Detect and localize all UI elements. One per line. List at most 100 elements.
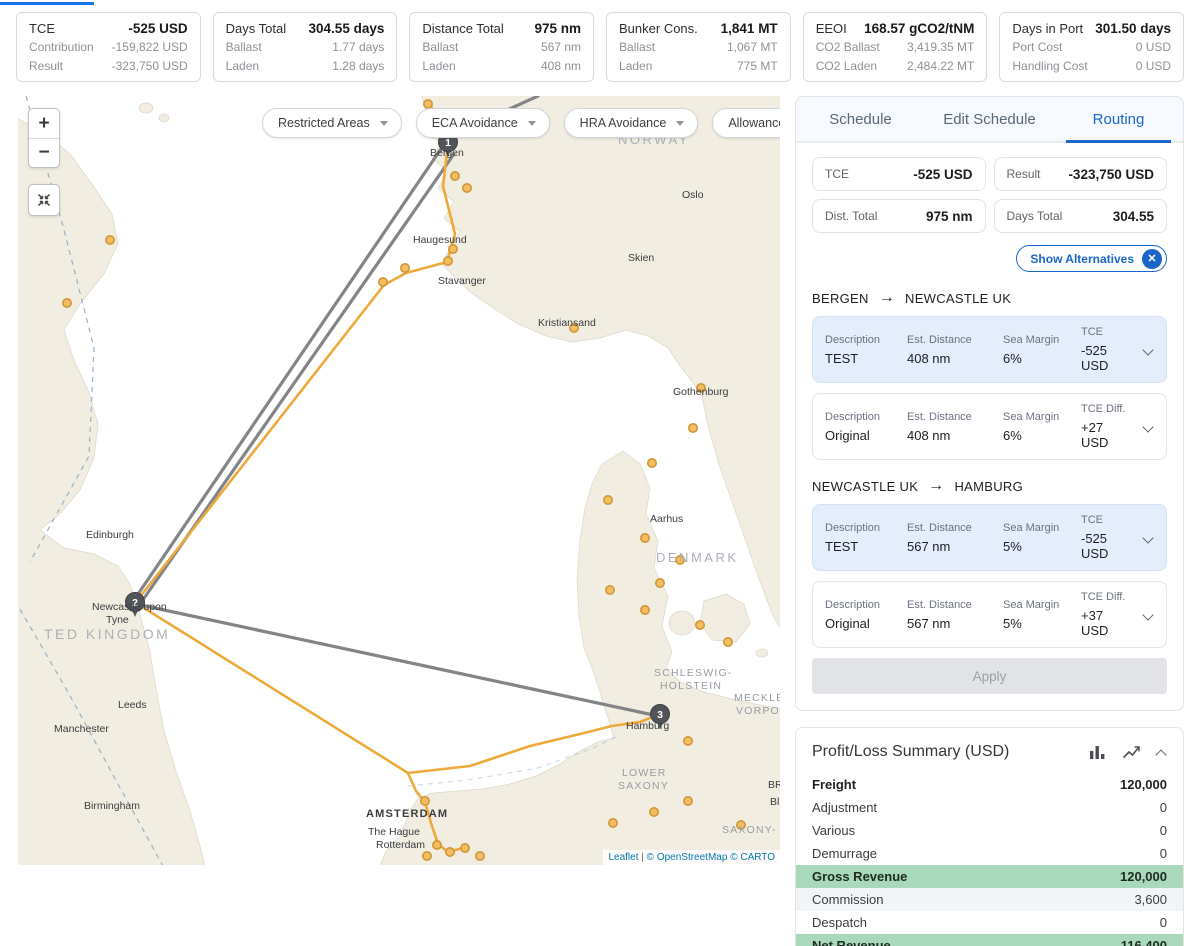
pl-label: Gross Revenue <box>812 869 907 884</box>
route-option-selected[interactable]: DescriptionTEST Est. Distance408 nm Sea … <box>812 316 1167 383</box>
pl-value: 0 <box>1160 915 1167 930</box>
show-alternatives-label: Show Alternatives <box>1030 252 1134 266</box>
tab-edit-schedule[interactable]: Edit Schedule <box>925 97 1054 141</box>
pl-value: 120,000 <box>1120 777 1167 792</box>
stat-value: 1,841 MT <box>721 19 778 38</box>
cell-header: Est. Distance <box>907 411 999 423</box>
stat-label: Bunker Cons. <box>619 19 698 38</box>
stat-value: 1.28 days <box>332 57 384 76</box>
option-cell: DescriptionTEST <box>825 334 903 366</box>
chevron-down-icon[interactable] <box>1142 421 1153 432</box>
map-label-denmark: DENMARK <box>656 550 739 565</box>
pl-label: Freight <box>812 777 856 792</box>
route-option-original[interactable]: DescriptionOriginal Est. Distance567 nm … <box>812 581 1167 648</box>
pl-row-various: Various0 <box>796 819 1183 842</box>
map-label-leeds: Leeds <box>118 699 147 711</box>
dropdown-label: HRA Avoidance <box>580 116 667 130</box>
pl-row-net-revenue: Net Revenue116,400 <box>796 934 1183 946</box>
cell-header: TCE Diff. <box>1081 591 1134 603</box>
leg-from: NEWCASTLE UK <box>812 479 918 494</box>
tab-routing[interactable]: Routing <box>1054 97 1183 141</box>
stat-row: Ballast567 nm <box>422 38 581 57</box>
pl-label: Adjustment <box>812 800 877 815</box>
route-option-selected[interactable]: DescriptionTEST Est. Distance567 nm Sea … <box>812 504 1167 571</box>
hra-avoidance-dropdown[interactable]: HRA Avoidance <box>564 108 699 138</box>
cell-value: 408 nm <box>907 351 999 366</box>
result-stat-box: Result-323,750 USD <box>994 157 1168 191</box>
cell-value: Original <box>825 616 903 631</box>
cell-header: TCE <box>1081 326 1134 338</box>
routing-card: Schedule Edit Schedule Routing TCE-525 U… <box>795 96 1184 711</box>
profit-loss-header: Profit/Loss Summary (USD) <box>796 728 1183 773</box>
pl-value: 0 <box>1160 823 1167 838</box>
leg-to: HAMBURG <box>954 479 1023 494</box>
leg-to: NEWCASTLE UK <box>905 291 1011 306</box>
stat-row: Bunker Cons. 1,841 MT <box>619 19 778 38</box>
eca-avoidance-dropdown[interactable]: ECA Avoidance <box>416 108 550 138</box>
stat-label: CO2 Ballast <box>816 38 880 57</box>
show-alternatives-button[interactable]: Show Alternatives ✕ <box>1016 245 1167 272</box>
chevron-down-icon[interactable] <box>1142 609 1153 620</box>
stat-label: Dist. Total <box>825 209 877 223</box>
fit-bounds-button[interactable] <box>28 184 60 216</box>
cell-header: Description <box>825 334 903 346</box>
trend-chart-icon[interactable] <box>1122 744 1141 760</box>
option-cell: TCE Diff.+37 USD <box>1081 591 1134 638</box>
leaflet-link[interactable]: Leaflet <box>608 852 638 863</box>
profit-loss-actions <box>1089 744 1167 760</box>
stat-value: 0 USD <box>1136 57 1171 76</box>
map-label-birmingham: Birmingham <box>84 800 140 812</box>
map-label-newcastle-1: Newcastle upon <box>92 601 167 613</box>
option-cell: TCE-525 USD <box>1081 326 1134 373</box>
profit-loss-summary: Profit/Loss Summary (USD) Freight 120,000… <box>795 727 1184 946</box>
restricted-areas-dropdown[interactable]: Restricted Areas <box>262 108 402 138</box>
chevron-down-icon[interactable] <box>1142 532 1153 543</box>
stat-value: 168.57 gCO2/tNM <box>864 19 974 38</box>
dropdown-label: Allowance <box>728 116 780 130</box>
zoom-out-button[interactable]: − <box>29 138 59 167</box>
cell-header: Description <box>825 522 903 534</box>
stat-value: 301.50 days <box>1095 19 1171 38</box>
days-stat-box: Days Total304.55 <box>994 199 1168 233</box>
zoom-in-button[interactable]: + <box>29 109 59 138</box>
chevron-up-icon[interactable] <box>1155 749 1166 760</box>
cell-header: TCE Diff. <box>1081 403 1134 415</box>
allowance-dropdown[interactable]: Allowance <box>712 108 780 138</box>
osm-link[interactable]: © OpenStreetMap <box>647 852 728 863</box>
tab-schedule[interactable]: Schedule <box>796 97 925 141</box>
leg-header-bergen-newcastle: BERGEN → NEWCASTLE UK <box>812 290 1167 306</box>
cell-header: Sea Margin <box>1003 522 1077 534</box>
stat-row: Ballast1.77 days <box>226 38 385 57</box>
map-filter-bar: Restricted Areas ECA Avoidance HRA Avoid… <box>262 108 780 138</box>
profit-loss-title: Profit/Loss Summary (USD) <box>812 743 1009 761</box>
route-map[interactable]: 1 2 3 NORWAY Bergen Oslo Haugesund Stava… <box>18 96 780 865</box>
cell-header: TCE <box>1081 514 1134 526</box>
stat-label: Days Total <box>1007 209 1063 223</box>
map-canvas[interactable]: 1 2 3 NORWAY Bergen Oslo Haugesund Stava… <box>18 96 780 865</box>
map-label-united-kingdom: TED KINGDOM <box>44 626 170 642</box>
map-label-edinburgh: Edinburgh <box>86 529 134 541</box>
chevron-down-icon[interactable] <box>1142 344 1153 355</box>
route-option-original[interactable]: DescriptionOriginal Est. Distance408 nm … <box>812 393 1167 460</box>
pl-row-gross-revenue: Gross Revenue120,000 <box>796 865 1183 888</box>
stat-value: 975 nm <box>926 209 973 224</box>
distance-stat-box: Dist. Total 975 nm <box>812 199 986 233</box>
stat-label: Contribution <box>29 38 94 57</box>
stat-label: TCE <box>29 19 55 38</box>
close-icon[interactable]: ✕ <box>1142 249 1162 269</box>
cell-header: Description <box>825 599 903 611</box>
routing-body: TCE-525 USD Result-323,750 USD Dist. Tot… <box>796 143 1183 710</box>
chevron-down-icon <box>676 121 684 126</box>
map-label-oslo: Oslo <box>682 189 704 201</box>
apply-button[interactable]: Apply <box>812 658 1167 694</box>
stat-label: Ballast <box>422 38 458 57</box>
option-cell: Description Original <box>825 599 903 631</box>
stat-label: Laden <box>619 57 652 76</box>
stat-row: Ballast1,067 MT <box>619 38 778 57</box>
option-cell: Est. Distance408 nm <box>907 411 999 443</box>
stat-label: TCE <box>825 167 849 181</box>
map-label-skien: Skien <box>628 252 654 264</box>
bar-chart-icon[interactable] <box>1089 744 1106 760</box>
fit-bounds-icon <box>36 192 52 208</box>
carto-link[interactable]: © CARTO <box>730 852 775 863</box>
